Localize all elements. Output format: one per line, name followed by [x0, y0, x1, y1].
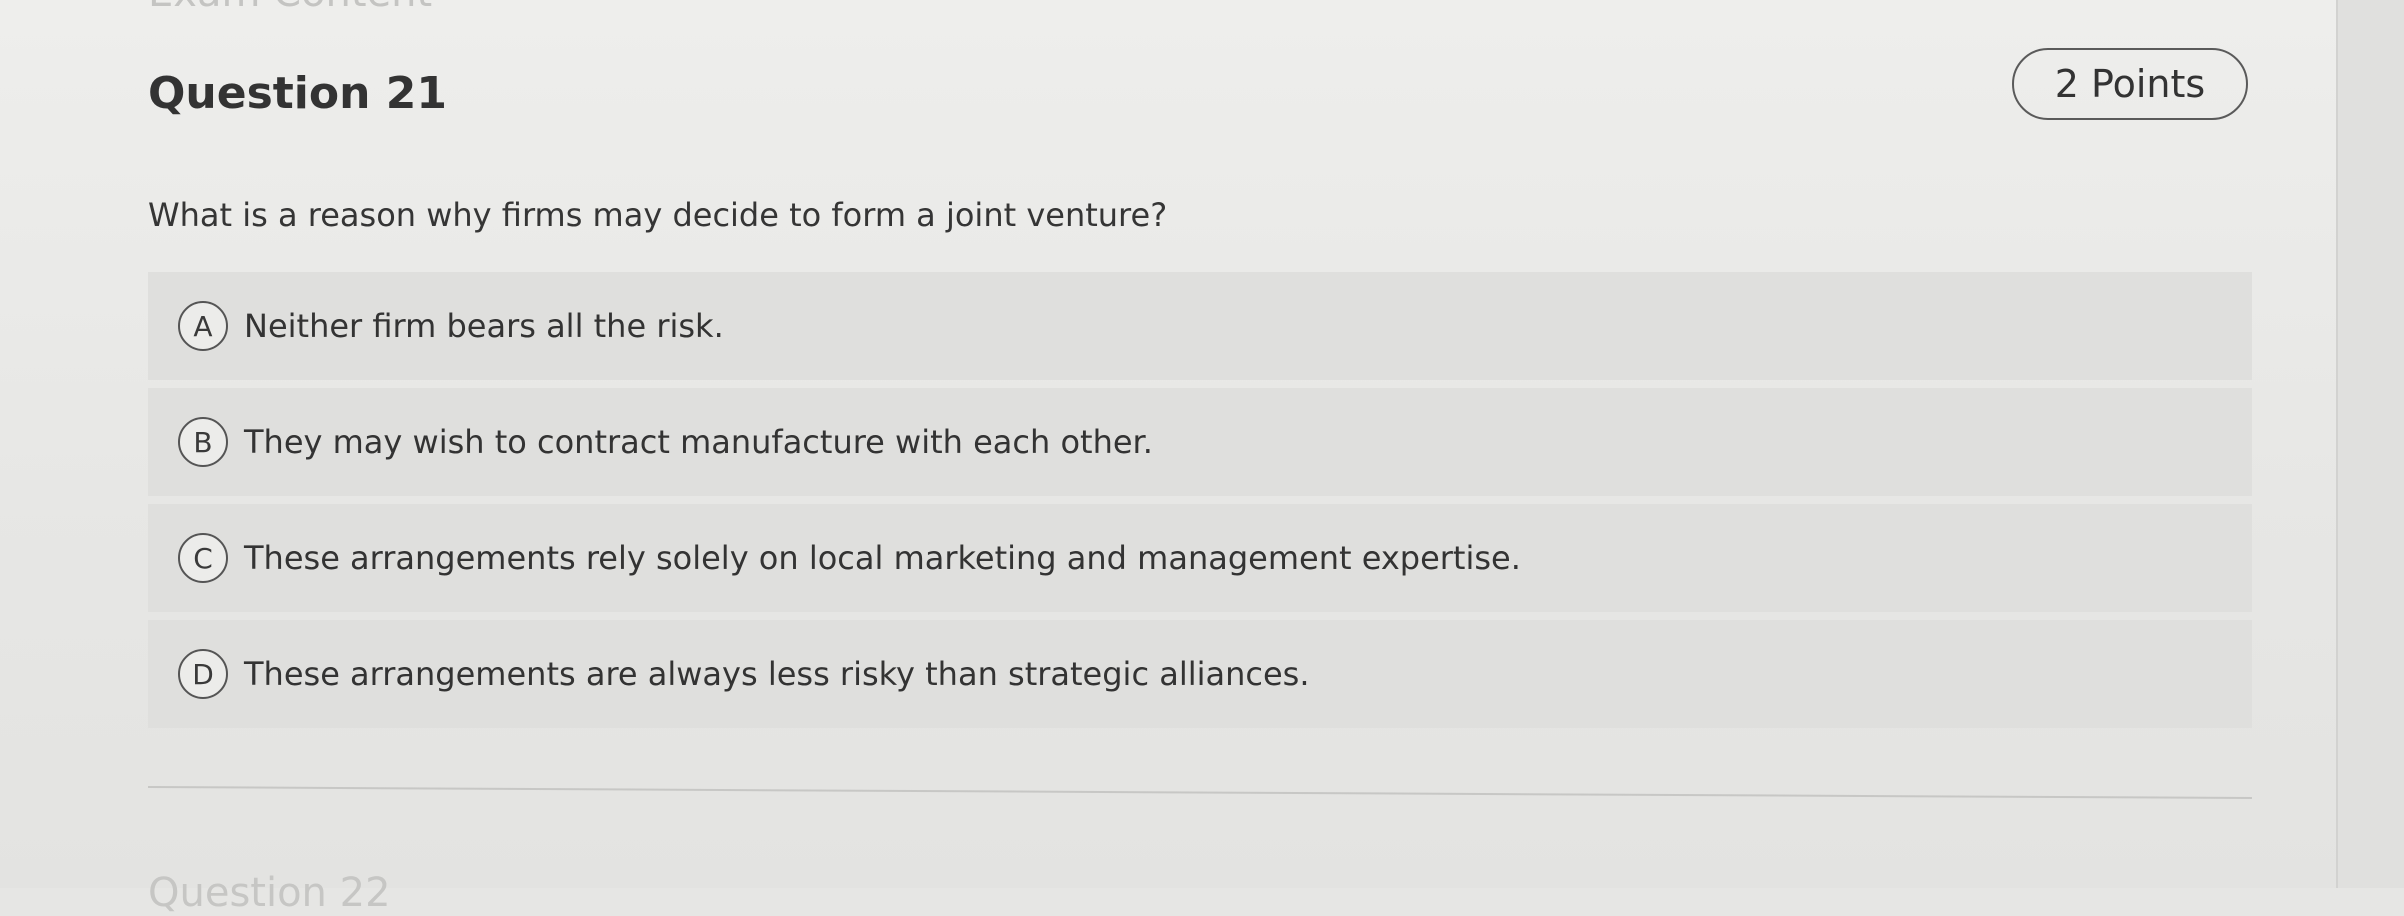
answer-options: A Neither firm bears all the risk. B The…: [148, 272, 2252, 736]
option-d-text: These arrangements are always less risky…: [244, 655, 1310, 693]
option-b-letter: B: [193, 425, 213, 459]
question-title: Question 21: [148, 68, 447, 119]
option-a-text: Neither firm bears all the risk.: [244, 307, 724, 345]
option-a-letter: A: [193, 309, 213, 343]
right-scroll-gutter: [2336, 0, 2404, 888]
option-d[interactable]: D These arrangements are always less ris…: [148, 620, 2252, 728]
option-d-letter: D: [192, 657, 214, 691]
next-question-title-cut: Question 22: [148, 870, 391, 916]
question-divider: [147, 786, 2252, 800]
question-prompt: What is a reason why firms may decide to…: [148, 196, 1168, 234]
option-c-radio[interactable]: C: [178, 533, 228, 583]
points-label: 2 Points: [2054, 62, 2206, 106]
option-b-text: They may wish to contract manufacture wi…: [244, 423, 1153, 461]
points-badge: 2 Points: [2012, 48, 2248, 120]
option-c[interactable]: C These arrangements rely solely on loca…: [148, 504, 2252, 612]
option-a-radio[interactable]: A: [178, 301, 228, 351]
section-title-cut: Exam Content: [148, 0, 432, 16]
option-b-radio[interactable]: B: [178, 417, 228, 467]
exam-page: Exam Content Question 21 2 Points What i…: [0, 0, 2404, 916]
option-a[interactable]: A Neither firm bears all the risk.: [148, 272, 2252, 380]
option-d-radio[interactable]: D: [178, 649, 228, 699]
option-b[interactable]: B They may wish to contract manufacture …: [148, 388, 2252, 496]
option-c-letter: C: [193, 541, 213, 575]
option-c-text: These arrangements rely solely on local …: [244, 539, 1521, 577]
